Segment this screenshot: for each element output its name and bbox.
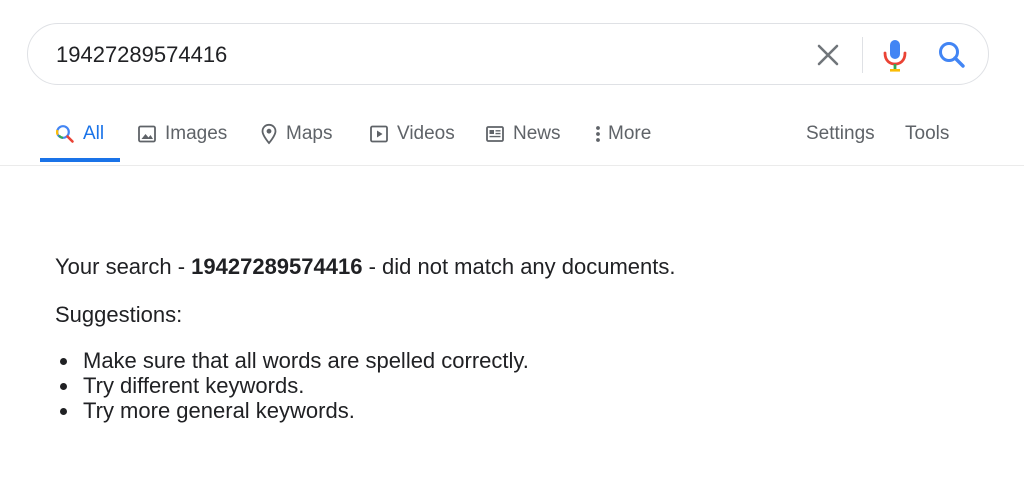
- suggestion-item: Try different keywords.: [55, 373, 529, 398]
- search-icon: [939, 42, 965, 68]
- tab-images-label: Images: [165, 123, 228, 144]
- clear-button[interactable]: [813, 40, 843, 70]
- close-icon: [817, 44, 839, 66]
- message-suffix: - did not match any documents.: [362, 254, 676, 279]
- settings-link[interactable]: Settings: [806, 122, 875, 146]
- tab-videos-label: Videos: [397, 123, 455, 144]
- search-button[interactable]: [935, 38, 969, 72]
- tab-news[interactable]: News: [485, 122, 561, 146]
- more-vert-icon: [594, 124, 602, 144]
- suggestions-title: Suggestions:: [55, 302, 183, 327]
- voice-search-button[interactable]: [880, 37, 910, 73]
- no-results-message: Your search - 19427289574416 - did not m…: [55, 254, 676, 280]
- search-input[interactable]: [56, 41, 756, 69]
- tab-news-label: News: [513, 123, 561, 144]
- image-icon: [137, 124, 157, 144]
- search-divider: [862, 37, 863, 73]
- tab-all[interactable]: All: [55, 122, 104, 146]
- search-icon: [55, 124, 75, 144]
- tools-label: Tools: [905, 123, 950, 144]
- suggestion-item: Make sure that all words are spelled cor…: [55, 348, 529, 373]
- query-text: 19427289574416: [191, 254, 363, 279]
- tab-videos[interactable]: Videos: [369, 122, 455, 146]
- tab-more[interactable]: More: [594, 122, 651, 146]
- message-prefix: Your search -: [55, 254, 192, 279]
- suggestion-item: Try more general keywords.: [55, 398, 529, 423]
- active-tab-indicator: [40, 158, 120, 162]
- news-icon: [485, 124, 505, 144]
- microphone-icon: [883, 40, 907, 72]
- tab-maps-label: Maps: [286, 123, 333, 144]
- search-tabs: All Images Maps Videos News More Setting…: [0, 110, 1024, 166]
- search-box: [27, 23, 989, 85]
- tab-all-label: All: [83, 123, 105, 144]
- tools-link[interactable]: Tools: [905, 122, 949, 146]
- map-pin-icon: [260, 123, 278, 145]
- tab-images[interactable]: Images: [137, 122, 227, 146]
- play-icon: [369, 124, 389, 144]
- suggestions-list: Make sure that all words are spelled cor…: [55, 348, 529, 423]
- settings-label: Settings: [806, 123, 875, 144]
- tab-maps[interactable]: Maps: [260, 122, 332, 146]
- tab-more-label: More: [608, 123, 652, 144]
